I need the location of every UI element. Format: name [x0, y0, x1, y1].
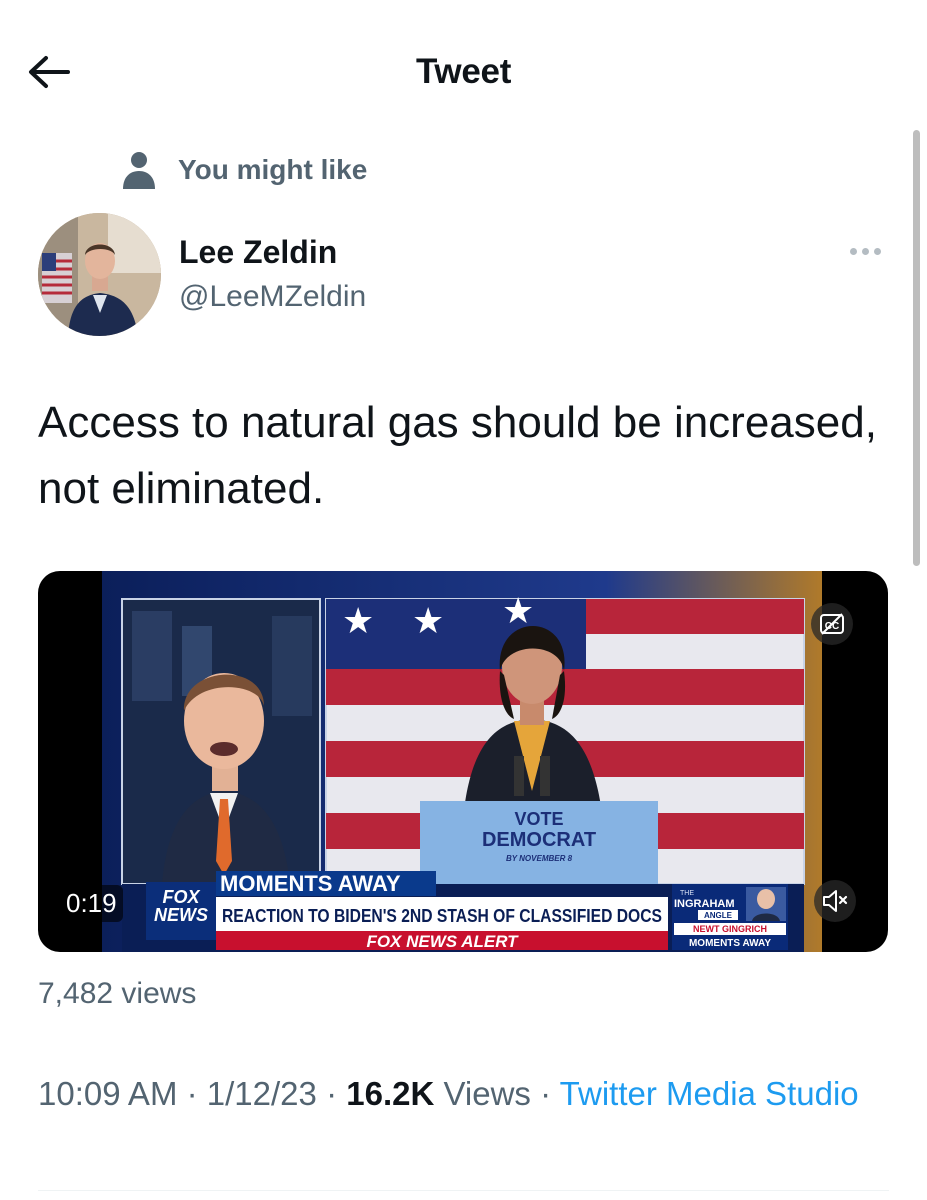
author-display-name[interactable]: Lee Zeldin — [179, 234, 337, 271]
podium-date: BY NOVEMBER 8 — [506, 854, 573, 863]
more-dot-icon — [850, 248, 857, 255]
recommendation-context: You might like — [122, 151, 367, 189]
tweet-text: Access to natural gas should be increase… — [38, 398, 877, 513]
mute-toggle-button[interactable] — [814, 880, 856, 922]
fox-logo-bottom: NEWS — [154, 905, 208, 925]
context-label: You might like — [178, 154, 368, 185]
tweet-views-count[interactable]: 16.2K — [346, 1075, 434, 1112]
tweet-views-label[interactable]: Views — [443, 1075, 530, 1112]
captions-button[interactable]: CC — [811, 603, 853, 645]
tweet-time[interactable]: 10:09 AM — [38, 1075, 177, 1112]
tweet-meta: 10:09 AM · 1/12/23 · 16.2K Views · Twitt… — [38, 1070, 898, 1117]
meta-separator: · — [326, 1075, 338, 1112]
speaker-muted-icon — [823, 890, 848, 912]
video-view-count: 7,482 views — [38, 977, 197, 1010]
closed-captions-icon: CC — [820, 613, 844, 635]
chyron-headline: REACTION TO BIDEN'S 2ND STASH OF CLASSIF… — [222, 906, 662, 926]
podium-vote: VOTE — [514, 809, 563, 829]
video-duration: 0:19 — [60, 885, 123, 922]
show-sub: ANGLE — [704, 911, 733, 920]
promo-sub: MOMENTS AWAY — [689, 938, 771, 949]
chyron-moments: MOMENTS AWAY — [220, 871, 401, 896]
divider — [38, 1190, 889, 1191]
page-title: Tweet — [415, 52, 512, 91]
svg-text:★: ★ — [412, 601, 444, 642]
avatar[interactable] — [38, 213, 161, 336]
fox-logo-top: FOX — [162, 887, 200, 907]
promo-name: NEWT GINGRICH — [693, 924, 767, 934]
show-name: INGRAHAM — [674, 898, 735, 910]
svg-text:★: ★ — [342, 601, 374, 642]
chyron-alert: FOX NEWS ALERT — [366, 932, 519, 951]
scrollbar[interactable] — [913, 130, 920, 566]
video-thumbnail: ★ ★ ★ VOTE DEMOCRAT BY NOVEMBER 8 FOX NE… — [102, 571, 822, 952]
more-options-button[interactable] — [846, 244, 885, 259]
person-icon — [123, 152, 155, 189]
meta-separator: · — [186, 1075, 198, 1112]
source-link[interactable]: Twitter Media Studio — [560, 1075, 859, 1112]
tweet-date[interactable]: 1/12/23 — [207, 1075, 317, 1112]
more-dot-icon — [862, 248, 869, 255]
video-player[interactable]: ★ ★ ★ VOTE DEMOCRAT BY NOVEMBER 8 FOX NE… — [38, 571, 888, 952]
meta-separator: · — [540, 1075, 552, 1112]
podium-democrat: DEMOCRAT — [482, 829, 596, 851]
show-the: THE — [680, 890, 694, 897]
svg-text:★: ★ — [502, 591, 534, 632]
more-dot-icon — [874, 248, 881, 255]
author-handle[interactable]: @LeeMZeldin — [179, 280, 366, 314]
